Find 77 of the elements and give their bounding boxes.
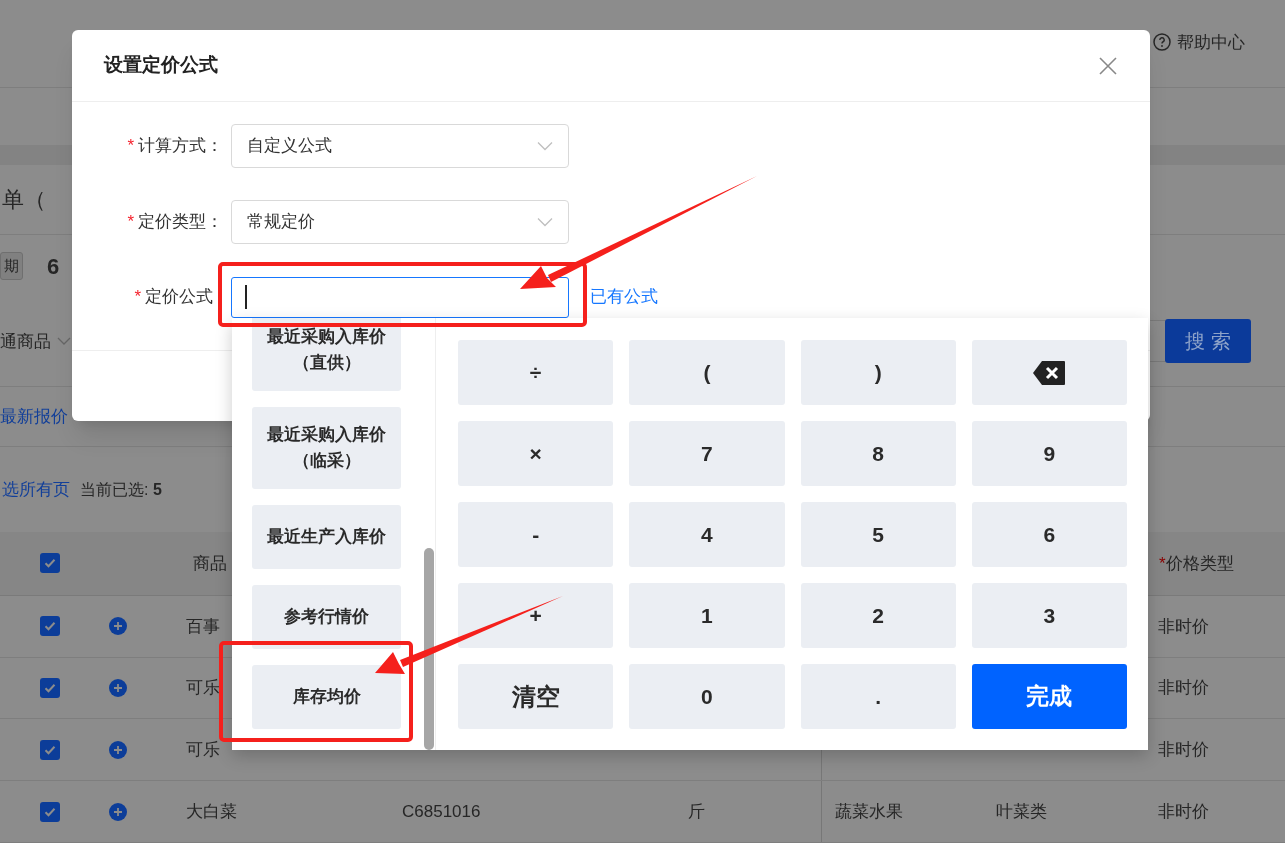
keypad-key[interactable]: 2 bbox=[800, 583, 956, 648]
add-icon[interactable] bbox=[109, 802, 127, 821]
backspace-key[interactable] bbox=[971, 340, 1127, 405]
keypad-key[interactable]: 3 bbox=[971, 583, 1127, 648]
table-cell-text: 斤 bbox=[688, 800, 705, 823]
variable-button[interactable]: 库存均价 bbox=[252, 665, 401, 729]
period-text: 6 bbox=[47, 252, 60, 281]
table-cell: 非时价 bbox=[1158, 740, 1209, 760]
add-icon[interactable] bbox=[109, 740, 127, 759]
required-mark: * bbox=[1159, 552, 1166, 575]
scrollbar[interactable] bbox=[424, 548, 434, 750]
keypad-key[interactable]: - bbox=[458, 502, 614, 567]
table-cell: 大白菜 bbox=[186, 801, 237, 821]
table-cell: 非时价 bbox=[1158, 801, 1209, 821]
table-cell: 可乐 bbox=[186, 678, 220, 698]
keypad-key[interactable]: . bbox=[800, 664, 956, 729]
keypad-key[interactable]: 1 bbox=[629, 583, 785, 648]
checkbox[interactable] bbox=[40, 678, 60, 699]
required-mark: * bbox=[127, 211, 134, 234]
keypad-key[interactable]: × bbox=[458, 421, 614, 486]
done-button[interactable]: 完成 bbox=[971, 664, 1127, 729]
checkbox[interactable] bbox=[40, 801, 60, 822]
filter-select[interactable]: 通商品 bbox=[0, 328, 71, 355]
keypad-key[interactable]: 8 bbox=[800, 421, 956, 486]
table-cell: 蔬菜水果 bbox=[835, 801, 903, 821]
field-label: 定价类型： bbox=[138, 211, 223, 234]
existing-formula-link[interactable]: 已有公式 bbox=[590, 284, 658, 310]
keypad-key[interactable]: 5 bbox=[800, 502, 956, 567]
keypad-key[interactable]: ) bbox=[800, 340, 956, 405]
chevron-down-icon bbox=[537, 217, 553, 227]
check-icon bbox=[43, 619, 57, 634]
formula-input[interactable] bbox=[231, 276, 569, 318]
required-mark: * bbox=[127, 135, 134, 158]
help-icon bbox=[1153, 33, 1171, 52]
variable-button[interactable]: 最近采购入库价（直供） bbox=[252, 318, 401, 391]
keypad-key[interactable]: 0 bbox=[629, 664, 785, 729]
backspace-icon bbox=[1032, 359, 1067, 386]
select-field[interactable]: 常规定价 bbox=[231, 200, 569, 244]
page-title: 单（ bbox=[1, 186, 46, 215]
variable-button[interactable]: 最近生产入库价 bbox=[252, 505, 401, 569]
table-cell: 百事 bbox=[186, 616, 220, 636]
variable-button[interactable]: 参考行情价 bbox=[252, 585, 401, 649]
keypad-key[interactable]: ÷ bbox=[458, 340, 614, 405]
field-label: 计算方式： bbox=[138, 135, 223, 158]
checkbox[interactable] bbox=[40, 616, 60, 637]
keypad-key[interactable]: 7 bbox=[629, 421, 785, 486]
checkbox[interactable] bbox=[40, 553, 60, 574]
keypad-key[interactable]: + bbox=[458, 583, 614, 648]
checkbox[interactable] bbox=[40, 739, 60, 760]
chevron-down-icon bbox=[57, 336, 71, 347]
search-button[interactable]: 搜 索 bbox=[1165, 319, 1251, 364]
required-mark: * bbox=[134, 286, 141, 309]
chevron-down-icon bbox=[537, 141, 553, 151]
table-cell: 可乐 bbox=[186, 740, 220, 760]
period-tag: 期 bbox=[0, 252, 23, 281]
check-icon bbox=[43, 681, 57, 696]
table-cell: 非时价 bbox=[1158, 616, 1209, 636]
keypad-key[interactable]: ( bbox=[629, 340, 785, 405]
field-label: 定价公式 bbox=[145, 286, 213, 309]
table-cell: 叶菜类 bbox=[996, 801, 1047, 821]
table-cell: C6851016 bbox=[402, 801, 481, 821]
keypad-key[interactable]: 4 bbox=[629, 502, 785, 567]
clear-key[interactable]: 清空 bbox=[458, 664, 614, 729]
close-icon[interactable] bbox=[1098, 55, 1118, 76]
select-field[interactable]: 自定义公式 bbox=[231, 124, 569, 168]
add-icon[interactable] bbox=[109, 679, 127, 698]
help-link[interactable]: 帮助中心 bbox=[1177, 29, 1245, 56]
table-cell: 非时价 bbox=[1158, 678, 1209, 698]
variable-button[interactable]: 最近采购入库价（临采） bbox=[252, 407, 401, 489]
keypad-key[interactable]: 9 bbox=[971, 421, 1127, 486]
dialog-title: 设置定价公式 bbox=[104, 53, 218, 78]
column-header: 商品 bbox=[193, 552, 227, 575]
selected-count: 当前已选: 5 bbox=[80, 479, 162, 500]
check-icon bbox=[43, 556, 57, 571]
column-header: 价格类型 bbox=[1165, 552, 1234, 575]
add-icon[interactable] bbox=[109, 617, 127, 636]
keypad-key[interactable]: 6 bbox=[971, 502, 1127, 567]
